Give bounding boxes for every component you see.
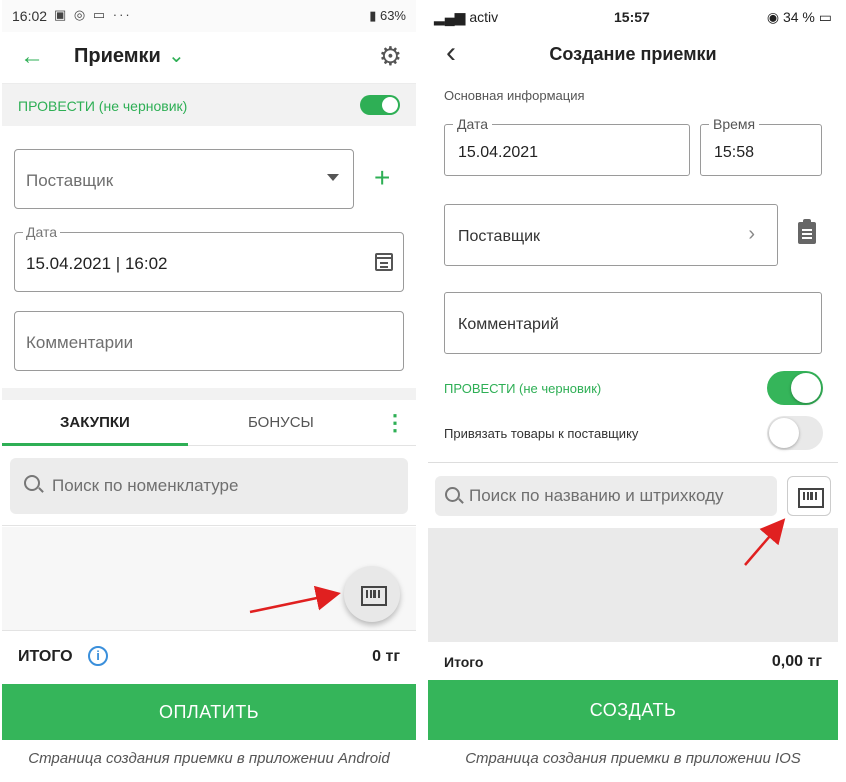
ios-nav-bar: ‹ Создание приемки [428, 32, 838, 76]
page-title[interactable]: Приемки [74, 45, 161, 68]
date-value: 15.04.2021 | 16:02 [26, 254, 168, 273]
total-row: Итого 0,00 тг [428, 642, 838, 680]
section-title: Основная информация [444, 88, 585, 103]
supplier-placeholder: Поставщик [26, 171, 114, 190]
divider [428, 462, 838, 463]
clipboard-icon[interactable] [798, 219, 816, 244]
scan-barcode-button[interactable] [787, 476, 831, 516]
post-label: ПРОВЕСТИ (не черновик) [18, 98, 188, 114]
time-value: 15:58 [714, 144, 755, 161]
back-arrow-icon[interactable]: ← [20, 43, 44, 71]
date-value: 15.04.2021 [458, 144, 539, 161]
comment-field[interactable]: Комментарий [444, 292, 822, 354]
date-legend: Дата [23, 224, 61, 240]
total-label: ИТОГО [18, 648, 73, 665]
total-value: 0 тг [372, 648, 400, 665]
battery-percent: 63% [379, 8, 406, 23]
caret-down-icon [327, 174, 339, 181]
more-vert-icon[interactable]: ⋮ [384, 410, 406, 436]
comment-placeholder: Комментарии [26, 333, 134, 352]
carrier-name: activ [469, 9, 499, 25]
toggle-knob [382, 97, 398, 113]
time-legend: Время [709, 116, 760, 132]
search-input[interactable]: Поиск по названию и штрихкоду [435, 476, 777, 516]
items-list-area [428, 528, 838, 642]
tab-bar: ЗАКУПКИ БОНУСЫ ⋮ [2, 400, 416, 446]
date-field[interactable]: Дата 15.04.2021 [444, 116, 690, 176]
chevron-down-icon[interactable]: ⌄ [168, 43, 185, 68]
gear-icon[interactable]: ⚙ [379, 41, 402, 72]
search-placeholder: Поиск по номенклатуре [52, 476, 239, 495]
status-time: 16:02 [12, 8, 48, 24]
notification-icons: ▣ ◎ ▭ ··· [54, 7, 132, 22]
supplier-dropdown[interactable]: Поставщик [14, 149, 354, 209]
supplier-placeholder: Поставщик [458, 228, 541, 245]
chevron-right-icon: › [748, 223, 755, 245]
post-row: ПРОВЕСТИ (не черновик) [2, 84, 416, 126]
search-input[interactable]: Поиск по номенклатуре [10, 458, 408, 514]
post-toggle[interactable] [767, 371, 823, 405]
comment-placeholder: Комментарий [458, 316, 559, 333]
toggle-knob [769, 418, 799, 448]
page-title: Создание приемки [549, 44, 717, 64]
add-supplier-icon[interactable]: + [374, 162, 390, 194]
total-value: 0,00 тг [771, 653, 822, 670]
post-label: ПРОВЕСТИ (не черновик) [444, 381, 602, 396]
android-toolbar: ← Приемки ⌄ ⚙ [2, 32, 416, 84]
battery-percent: 34 % [782, 9, 815, 25]
search-icon [445, 487, 460, 502]
divider [2, 388, 416, 400]
battery-indicator: ▮ 63% [369, 8, 406, 23]
ios-screen: ▂▄▆ activ 15:57 ◉ 34 % ▭ ‹ Создание прие… [428, 0, 838, 740]
comment-field[interactable]: Комментарии [14, 311, 404, 371]
android-status-bar: 16:02 ▣ ◎ ▭ ··· ▮ 63% [2, 0, 416, 32]
ios-status-bar: ▂▄▆ activ 15:57 ◉ 34 % ▭ [428, 0, 838, 32]
calendar-icon[interactable] [375, 253, 393, 271]
create-button[interactable]: СОЗДАТЬ [428, 680, 838, 740]
date-field[interactable]: Дата 15.04.2021 | 16:02 [14, 224, 404, 292]
search-section: Поиск по номенклатуре [2, 446, 416, 526]
scan-barcode-button[interactable] [344, 566, 400, 622]
total-row: ИТОГО i 0 тг [2, 630, 416, 684]
total-label: Итого [444, 654, 484, 670]
link-supplier-toggle[interactable] [767, 416, 823, 450]
barcode-icon [361, 586, 387, 606]
android-screen: 16:02 ▣ ◎ ▭ ··· ▮ 63% ← Приемки ⌄ ⚙ ПРОВ… [2, 0, 416, 740]
android-caption: Страница создания приемки в приложении A… [28, 750, 390, 767]
search-icon [24, 475, 40, 491]
barcode-icon [798, 488, 824, 508]
toggle-knob [791, 373, 821, 403]
time-field[interactable]: Время 15:58 [700, 116, 822, 176]
info-icon[interactable]: i [88, 646, 108, 666]
tab-purchases[interactable]: ЗАКУПКИ [60, 414, 130, 431]
battery-indicator: ◉ 34 % ▭ [766, 9, 832, 25]
post-toggle[interactable] [360, 95, 400, 115]
carrier-signal: ▂▄▆ activ [434, 9, 499, 25]
supplier-selector[interactable]: Поставщик › [444, 204, 778, 266]
link-supplier-label: Привязать товары к поставщику [444, 426, 639, 441]
search-placeholder: Поиск по названию и штрихкоду [469, 486, 724, 505]
ios-caption: Страница создания приемки в приложении I… [465, 750, 801, 767]
status-time: 15:57 [614, 9, 650, 25]
date-legend: Дата [453, 116, 493, 132]
tab-bonuses[interactable]: БОНУСЫ [248, 414, 314, 431]
pay-button[interactable]: ОПЛАТИТЬ [2, 684, 416, 740]
